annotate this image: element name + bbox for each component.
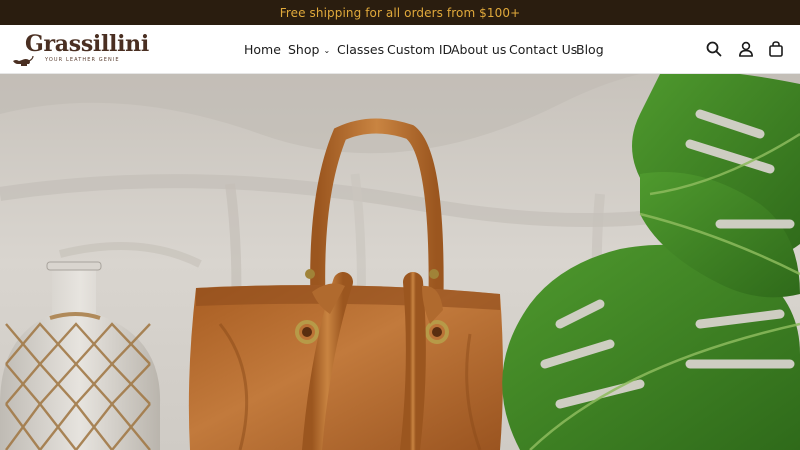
main-navigation: Home Shop ⌄ Classes Custom ID About us Co… [0, 25, 800, 74]
nav-item-shop[interactable]: Shop ⌄ [288, 42, 330, 57]
announcement-text: Free shipping for all orders from $100+ [279, 5, 521, 20]
hero-banner[interactable] [0, 74, 800, 450]
announcement-bar: Free shipping for all orders from $100+ [0, 0, 800, 25]
nav-item-label: Contact Us [509, 42, 578, 57]
nav-item-label: Home [244, 42, 281, 57]
search-icon[interactable] [705, 40, 725, 60]
hero-image [0, 74, 800, 450]
nav-item-label: Shop [288, 42, 320, 57]
nav-item-classes[interactable]: Classes [337, 42, 384, 57]
cart-icon[interactable] [767, 40, 787, 60]
nav-item-label: Classes [337, 42, 385, 57]
nav-item-about-us[interactable]: About us [451, 42, 506, 57]
site-header: Grassillini YOUR LEATHER GENIE Home Shop… [0, 25, 800, 74]
account-icon[interactable] [737, 40, 757, 60]
nav-item-custom-id[interactable]: Custom ID [387, 42, 452, 57]
nav-item-label: About us [451, 42, 507, 57]
chevron-down-icon: ⌄ [323, 46, 331, 55]
nav-item-label: Blog [576, 42, 604, 57]
nav-item-blog[interactable]: Blog [576, 42, 604, 57]
nav-item-home[interactable]: Home [244, 42, 281, 57]
nav-item-contact-us[interactable]: Contact Us [509, 42, 577, 57]
nav-item-label: Custom ID [387, 42, 453, 57]
